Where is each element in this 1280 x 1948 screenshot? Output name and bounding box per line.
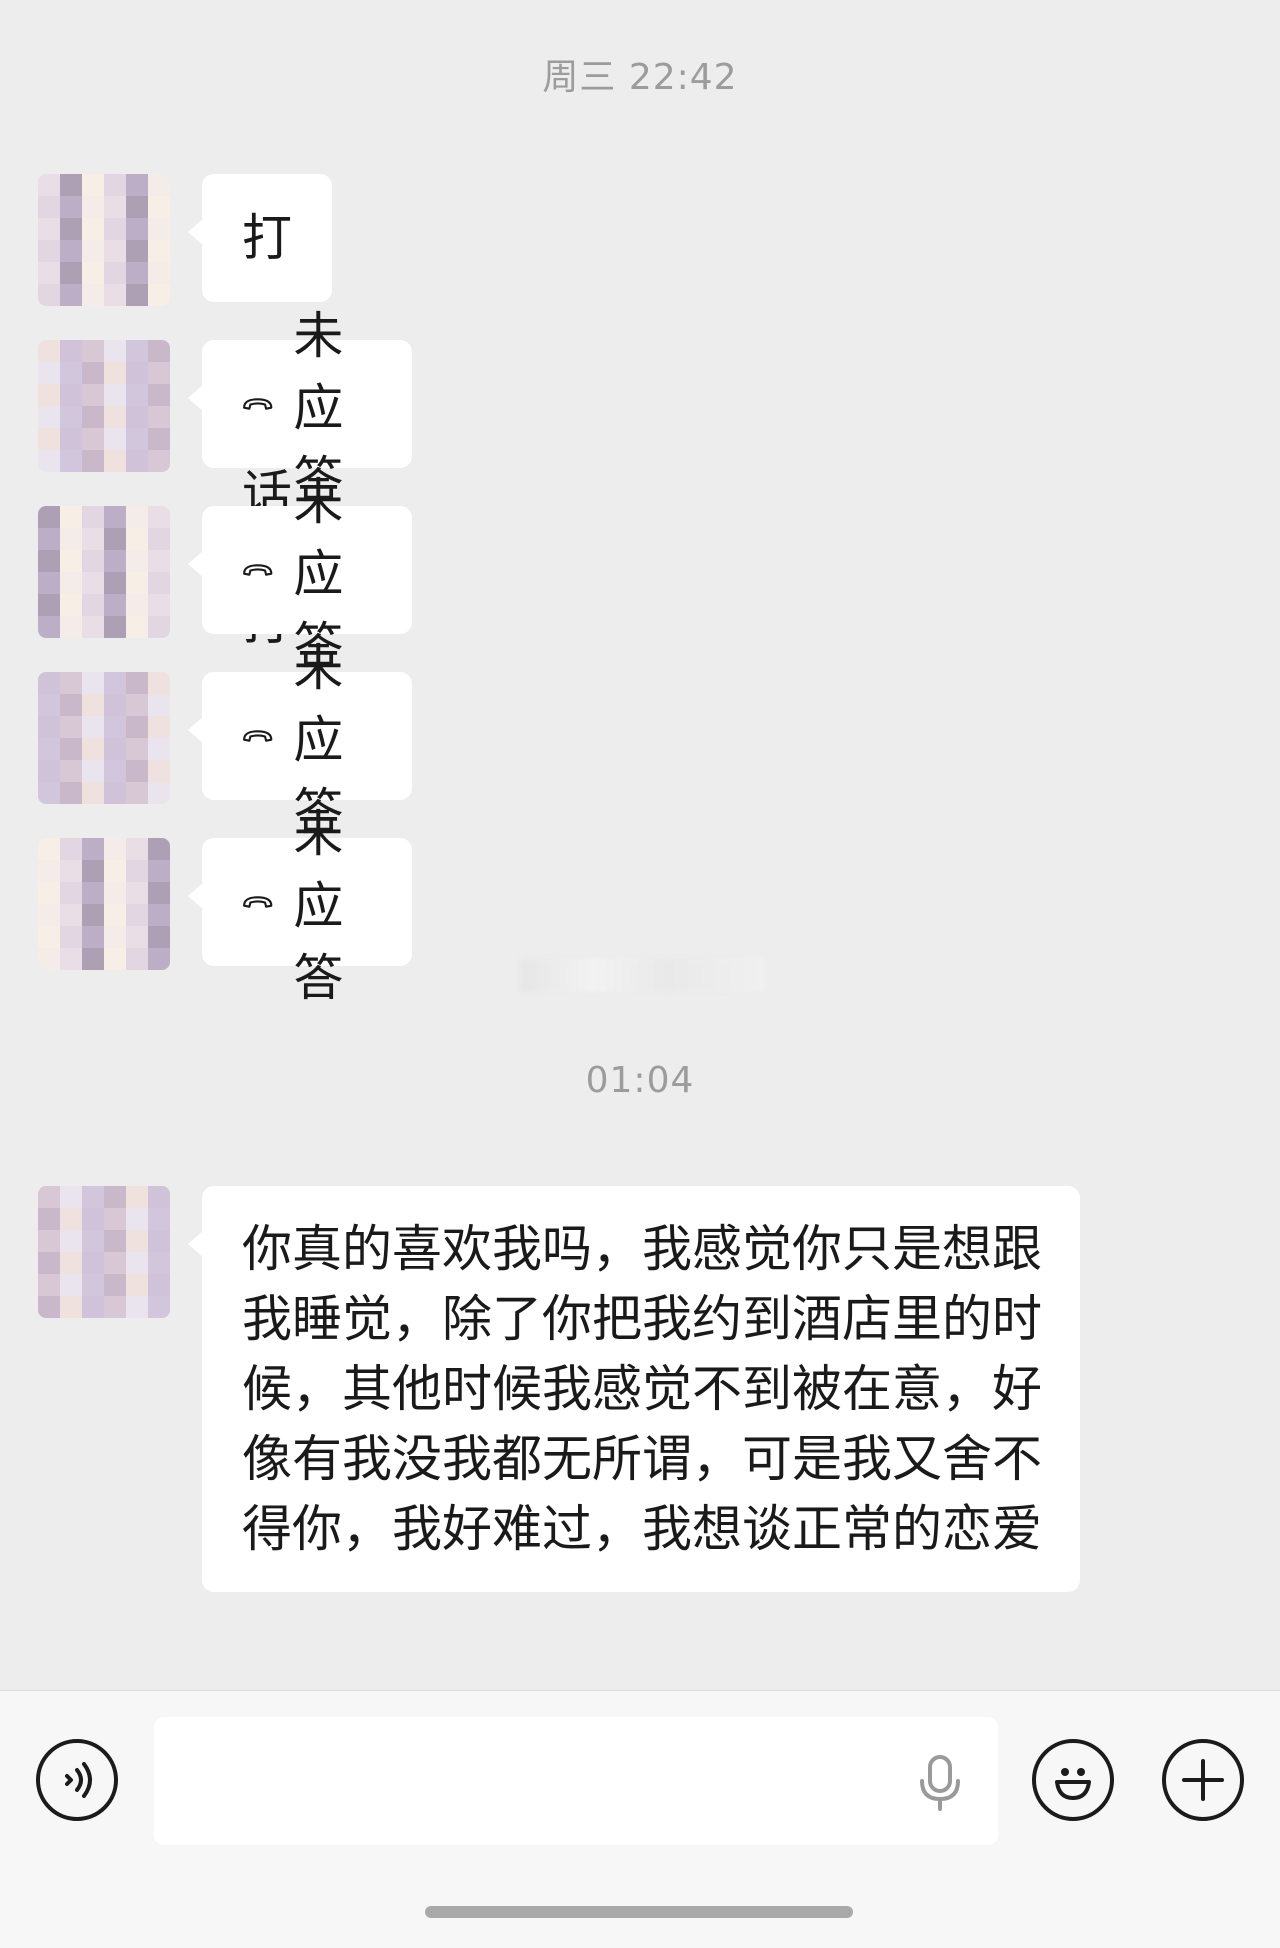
phone-hangup-icon bbox=[243, 564, 273, 576]
input-bar bbox=[0, 1690, 1280, 1871]
message-input[interactable] bbox=[154, 1717, 998, 1845]
mic-icon[interactable] bbox=[910, 1753, 970, 1813]
home-indicator-area bbox=[0, 1870, 1280, 1948]
message-bubble[interactable]: 你真的喜欢我吗，我感觉你只是想跟我睡觉，除了你把我约到酒店里的时候，其他时候我感… bbox=[188, 1186, 1080, 1592]
missed-call-bubble[interactable]: 未应答 bbox=[188, 473, 412, 675]
message-bubble[interactable]: 打电话打电话 bbox=[188, 174, 332, 907]
phone-hangup-icon bbox=[243, 730, 273, 742]
avatar[interactable] bbox=[38, 340, 170, 472]
plus-icon bbox=[1182, 1759, 1224, 1801]
emoji-icon bbox=[1055, 1768, 1091, 1800]
call-status-label: 未应答 bbox=[293, 805, 344, 1007]
avatar[interactable] bbox=[38, 672, 170, 804]
timestamp: 周三 22:42 bbox=[542, 57, 738, 98]
phone-hangup-icon bbox=[243, 398, 273, 410]
message-list[interactable]: 周三 22:42 打电话打电话 未应答 未应答 bbox=[0, 0, 1280, 1690]
home-indicator[interactable] bbox=[425, 1906, 853, 1918]
avatar[interactable] bbox=[38, 174, 170, 306]
timestamp: 01:04 bbox=[585, 1060, 695, 1101]
more-actions-button[interactable] bbox=[1162, 1739, 1244, 1821]
blurred-watermark bbox=[520, 958, 765, 992]
avatar[interactable] bbox=[38, 838, 170, 970]
avatar[interactable] bbox=[38, 506, 170, 638]
missed-call-bubble[interactable]: 未应答 bbox=[188, 805, 412, 1007]
emoji-button[interactable] bbox=[1032, 1739, 1114, 1821]
avatar[interactable] bbox=[38, 1186, 170, 1318]
missed-call-bubble[interactable]: 未应答 bbox=[188, 639, 412, 841]
chat-screen: 周三 22:42 打电话打电话 未应答 未应答 bbox=[0, 0, 1280, 1948]
voice-icon bbox=[65, 1762, 92, 1798]
missed-call-bubble[interactable]: 未应答 bbox=[188, 307, 412, 509]
voice-mode-button[interactable] bbox=[36, 1739, 118, 1821]
phone-hangup-icon bbox=[243, 896, 273, 908]
